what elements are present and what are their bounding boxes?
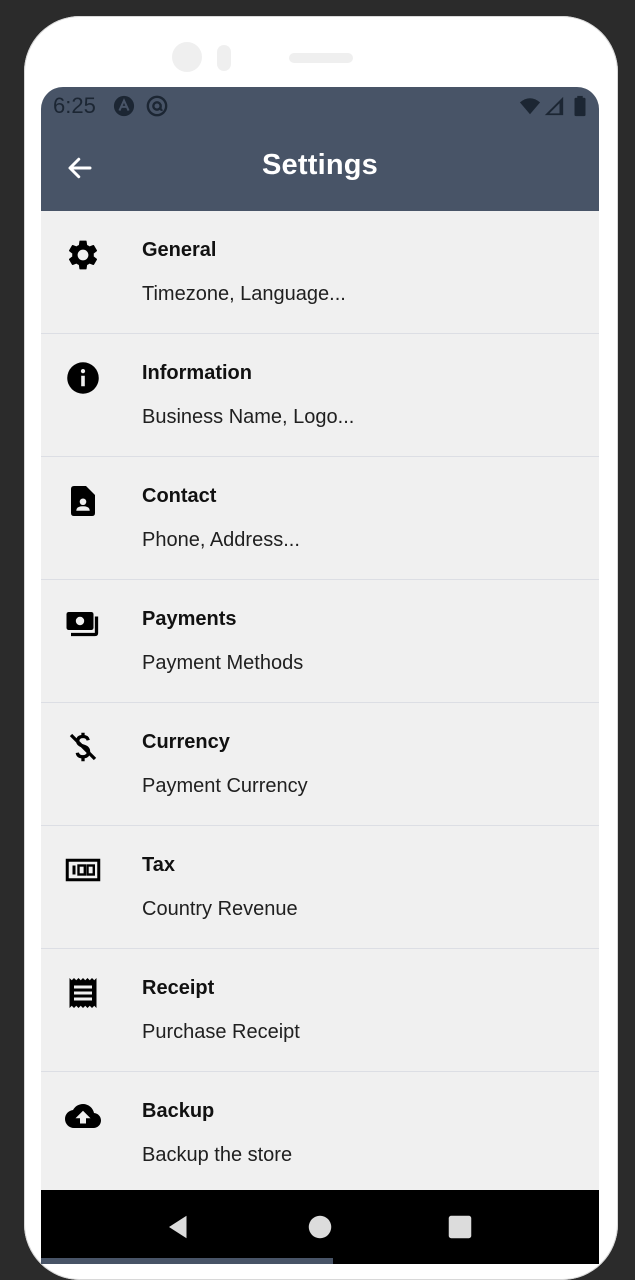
settings-item-subtitle: Backup the store [142, 1144, 293, 1166]
page-title: Settings [262, 149, 378, 181]
settings-item-title: Contact [142, 485, 217, 507]
settings-item-subtitle: Phone, Address... [142, 529, 300, 551]
cloud-upload-icon [65, 1104, 101, 1128]
settings-item-tax[interactable]: Tax Country Revenue [41, 826, 599, 949]
scroll-indicator [41, 1258, 333, 1264]
settings-item-title: Information [142, 362, 252, 384]
front-camera [172, 42, 202, 72]
settings-item-information[interactable]: Information Business Name, Logo... [41, 334, 599, 457]
settings-item-title: Payments [142, 608, 237, 630]
money-off-icon [69, 732, 97, 762]
back-triangle-icon[interactable] [164, 1212, 194, 1242]
earpiece-speaker [289, 53, 353, 63]
settings-item-receipt[interactable]: Receipt Purchase Receipt [41, 949, 599, 1072]
settings-item-title: Tax [142, 854, 175, 876]
settings-item-contact[interactable]: Contact Phone, Address... [41, 457, 599, 580]
settings-item-subtitle: Purchase Receipt [142, 1021, 300, 1043]
payments-icon [66, 612, 99, 637]
receipt-icon [69, 978, 97, 1008]
proximity-sensor [217, 45, 231, 71]
wifi-icon [519, 98, 541, 115]
phone-frame: 6:25 Settings General Timezone, Language… [24, 16, 618, 1280]
settings-item-subtitle: Timezone, Language... [142, 283, 346, 305]
gear-icon [68, 240, 98, 270]
settings-item-title: Currency [142, 731, 230, 753]
status-bar: 6:25 [41, 87, 599, 125]
settings-item-subtitle: Country Revenue [142, 898, 298, 920]
app-bar: Settings [41, 125, 599, 211]
settings-item-payments[interactable]: Payments Payment Methods [41, 580, 599, 703]
settings-item-title: Backup [142, 1100, 215, 1122]
battery-icon [574, 95, 586, 117]
status-time: 6:25 [53, 93, 96, 118]
system-navigation-bar [41, 1190, 599, 1264]
tax-100-icon [65, 858, 101, 882]
info-icon [67, 362, 99, 394]
settings-item-title: General [142, 239, 217, 261]
signal-icon [544, 96, 564, 116]
recents-square-icon[interactable] [445, 1212, 475, 1242]
settings-item-subtitle: Payment Currency [142, 775, 308, 797]
settings-item-title: Receipt [142, 977, 215, 999]
screen: 6:25 Settings General Timezone, Language… [41, 87, 599, 1264]
settings-item-subtitle: Payment Methods [142, 652, 304, 674]
home-circle-icon[interactable] [305, 1212, 335, 1242]
settings-item-backup[interactable]: Backup Backup the store [41, 1072, 599, 1194]
app-a-icon [113, 95, 135, 117]
contact-card-icon [71, 486, 95, 516]
at-sign-icon [146, 95, 168, 117]
settings-item-general[interactable]: General Timezone, Language... [41, 211, 599, 334]
settings-item-subtitle: Business Name, Logo... [142, 406, 355, 428]
settings-list: General Timezone, Language... Informatio… [41, 211, 599, 1194]
settings-item-currency[interactable]: Currency Payment Currency [41, 703, 599, 826]
